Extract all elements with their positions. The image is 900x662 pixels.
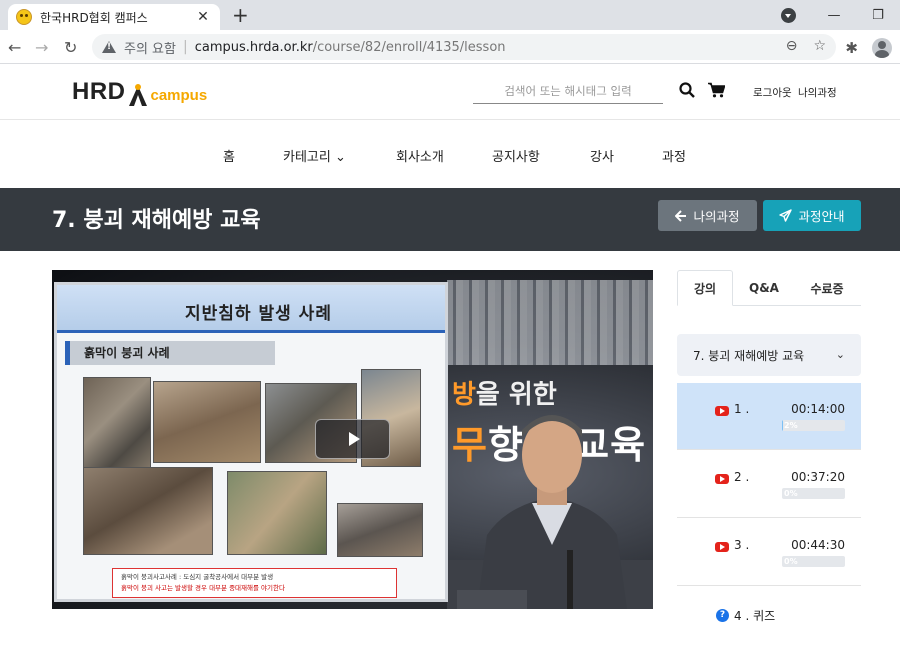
- lesson-number: 2 .: [734, 470, 750, 484]
- forward-arrow-icon[interactable]: →: [35, 38, 48, 57]
- lesson-duration: 00:37:20: [791, 470, 845, 484]
- address-bar-row: ← → ↻ 주의 요함 | campus.hrda.or.kr/course/8…: [0, 30, 900, 64]
- course-guide-button-label: 과정안내: [798, 209, 845, 224]
- lesson-progress-bar: 2%: [782, 420, 845, 431]
- lesson-number: 3 .: [734, 538, 750, 552]
- site-header: HRD campus 검색어 또는 해시태그 입력 로그아웃 나의과정: [0, 64, 900, 120]
- my-courses-link[interactable]: 나의과정: [798, 85, 837, 100]
- studio-lights: [447, 280, 653, 365]
- extensions-puzzle-icon[interactable]: ✱: [845, 39, 858, 57]
- quiz-label: 4 . 퀴즈: [734, 609, 776, 623]
- video-player[interactable]: 방을 위한 무향상 교육 지반침하 발생 사례 흙막이 붕괴 사례 흙막이 붕괴…: [52, 270, 653, 609]
- profile-avatar-icon[interactable]: [872, 38, 892, 58]
- slide-subtitle-box: 흙막이 붕괴 사례: [65, 341, 275, 365]
- youtube-play-icon: [715, 542, 729, 552]
- url-path[interactable]: /course/82/enroll/4135/lesson: [313, 40, 506, 55]
- slide-notes: 흙막이 붕괴사고사례 : 도심지 굴착공사에서 대부분 발생 흙막이 붕괴 사고…: [112, 568, 397, 598]
- my-courses-button[interactable]: 나의과정: [658, 200, 757, 231]
- lecturer-image: [457, 415, 627, 609]
- chapter-dropdown[interactable]: 7. 붕괴 재해예방 교육 ⌄: [677, 334, 861, 376]
- lesson-progress-bar: 0%: [782, 556, 845, 567]
- tab-title: 한국HRD협회 캠퍼스: [40, 10, 148, 25]
- page-title: 7. 붕괴 재해예방 교육: [52, 208, 261, 233]
- cart-icon[interactable]: [708, 82, 725, 98]
- slide-subtitle: 흙막이 붕괴 사례: [84, 346, 170, 360]
- nav-courses[interactable]: 과정: [662, 146, 686, 165]
- title-band: 7. 붕괴 재해예방 교육 나의과정 과정안내: [0, 188, 900, 251]
- lesson-item[interactable]: 3 . 00:44:30 0%: [677, 519, 861, 586]
- nav-notices[interactable]: 공지사항: [492, 146, 540, 165]
- main-nav: 홈 카테고리 ⌄ 회사소개 공지사항 강사 과정: [0, 120, 900, 188]
- slide-photo: [83, 467, 213, 555]
- url-separator: |: [182, 39, 188, 55]
- course-guide-button[interactable]: 과정안내: [763, 200, 861, 231]
- tab-certificate[interactable]: 수료증: [799, 270, 855, 306]
- search-input[interactable]: 검색어 또는 해시태그 입력: [473, 78, 663, 104]
- slide-title: 지반침하 발생 사례: [185, 304, 332, 324]
- lesson-progress-bar: 0%: [782, 488, 845, 499]
- nav-category[interactable]: 카테고리 ⌄: [283, 146, 346, 165]
- nav-about[interactable]: 회사소개: [396, 146, 444, 165]
- chevron-down-icon: ⌄: [835, 348, 845, 361]
- logo-person-a-icon: [128, 84, 147, 106]
- warning-icon[interactable]: [102, 41, 116, 53]
- logout-link[interactable]: 로그아웃: [753, 85, 792, 100]
- lesson-progress-label: 0%: [784, 557, 798, 566]
- slide-photo: [153, 381, 261, 463]
- lesson-item[interactable]: 2 . 00:37:20 0%: [677, 451, 861, 518]
- smiley-favicon-icon: [16, 9, 32, 25]
- browser-toolbar-icons: ✱: [845, 38, 892, 58]
- omnibox-actions: ⊖ ☆: [786, 38, 826, 54]
- slide-note-1: 흙막이 붕괴사고사례 : 도심지 굴착공사에서 대부분 발생: [121, 573, 274, 581]
- paper-plane-icon: [779, 209, 793, 222]
- back-arrow-icon[interactable]: ←: [8, 38, 21, 57]
- bookmark-star-icon[interactable]: ☆: [813, 38, 826, 54]
- slide-photo: [227, 471, 327, 555]
- youtube-play-icon: [715, 474, 729, 484]
- lesson-number: 1 .: [734, 402, 750, 416]
- slide-photo: [83, 377, 151, 477]
- tab-lectures[interactable]: 강의: [677, 270, 733, 306]
- restore-button[interactable]: ❐: [856, 8, 900, 23]
- reload-icon[interactable]: ↻: [64, 38, 77, 57]
- lesson-progress-label: 2%: [784, 421, 798, 430]
- tab-qna[interactable]: Q&A: [737, 270, 791, 306]
- security-label[interactable]: 주의 요함: [124, 38, 176, 57]
- window-controls: — ❐: [812, 0, 900, 30]
- lesson-duration: 00:44:30: [791, 538, 845, 552]
- logo-main-text: HRD: [72, 78, 126, 105]
- url-host[interactable]: campus.hrda.or.kr: [195, 40, 313, 55]
- quiz-item[interactable]: ? 4 . 퀴즈: [677, 590, 861, 640]
- nav-home[interactable]: 홈: [223, 146, 235, 165]
- question-circle-icon: ?: [716, 609, 729, 622]
- browser-tab[interactable]: 한국HRD협회 캠퍼스 ✕: [8, 4, 220, 30]
- logo-sub-text: campus: [150, 87, 208, 104]
- zoom-icon[interactable]: ⊖: [786, 38, 798, 54]
- tab-close-icon[interactable]: ✕: [194, 9, 212, 25]
- lesson-duration: 00:14:00: [791, 402, 845, 416]
- downloads-icon[interactable]: [781, 8, 796, 23]
- lesson-progress-label: 0%: [784, 489, 798, 498]
- play-button[interactable]: [315, 419, 390, 459]
- my-courses-button-label: 나의과정: [693, 209, 740, 224]
- minimize-button[interactable]: —: [812, 8, 856, 23]
- chapter-title: 7. 붕괴 재해예방 교육: [693, 348, 805, 363]
- browser-tab-bar: 한국HRD협회 캠퍼스 ✕ + — ❐: [0, 0, 900, 30]
- search-icon[interactable]: [679, 82, 695, 98]
- youtube-play-icon: [715, 406, 729, 416]
- arrow-left-icon: [675, 209, 687, 222]
- omnibox[interactable]: 주의 요함 | campus.hrda.or.kr/course/82/enro…: [92, 34, 836, 60]
- new-tab-button[interactable]: +: [232, 4, 249, 26]
- slide-note-2: 흙막이 붕괴 사고는 발생할 경우 대부분 중대재해를 야기한다: [121, 584, 285, 592]
- lesson-item[interactable]: 1 . 00:14:00 2%: [677, 383, 861, 450]
- lesson-tabs: 강의 Q&A 수료증: [677, 270, 861, 306]
- hrd-campus-logo[interactable]: HRD campus: [72, 78, 207, 106]
- nav-instructors[interactable]: 강사: [590, 146, 614, 165]
- slide-photo: [337, 503, 423, 557]
